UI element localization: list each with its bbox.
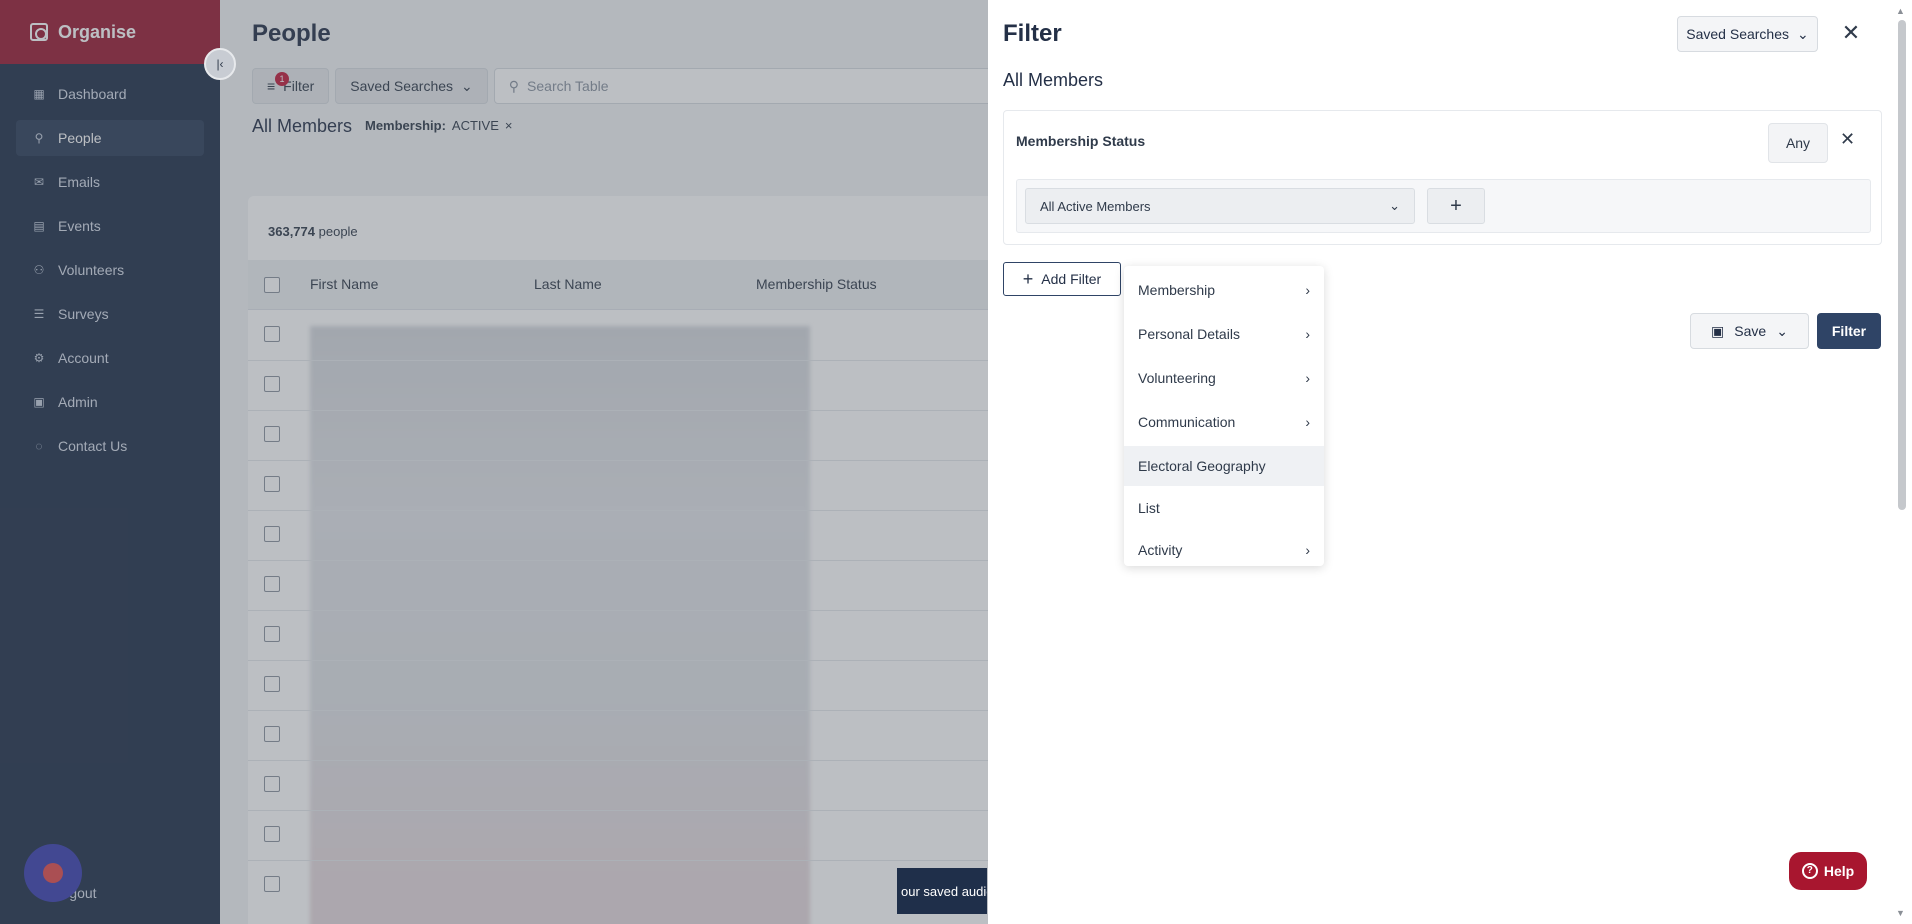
- chevron-right-icon: ›: [1305, 542, 1310, 558]
- filter-group-label: Membership Status: [1016, 133, 1146, 149]
- add-filter-dropdown: Membership › Personal Details › Voluntee…: [1124, 266, 1324, 566]
- toast-notification: our saved audie: [897, 868, 987, 914]
- filter-panel-subtitle: All Members: [1003, 70, 1104, 90]
- chevron-down-icon: ⌄: [1797, 25, 1809, 42]
- filter-panel-title: Filter: [1003, 20, 1062, 47]
- dropdown-item-label: Activity: [1138, 542, 1183, 558]
- any-toggle-button[interactable]: Any: [1768, 123, 1828, 163]
- membership-status-select[interactable]: All Active Members ⌄: [1025, 188, 1415, 224]
- scroll-down-arrow-icon[interactable]: ▼: [1896, 908, 1905, 918]
- dropdown-item-volunteering[interactable]: Volunteering ›: [1124, 358, 1324, 398]
- help-icon: ?: [1801, 863, 1818, 879]
- dropdown-item-label: Personal Details: [1138, 326, 1240, 342]
- chevron-right-icon: ›: [1305, 414, 1310, 430]
- scroll-up-arrow-icon[interactable]: ▲: [1896, 6, 1905, 16]
- toast-text: our saved audie: [901, 883, 987, 899]
- filter-panel: Filter Saved Searches ⌄ ✕ All Members Me…: [988, 0, 1912, 924]
- save-label: Save: [1734, 323, 1767, 339]
- dropdown-item-communication[interactable]: Communication ›: [1124, 402, 1324, 442]
- dropdown-item-label: Volunteering: [1138, 370, 1216, 386]
- modal-backdrop[interactable]: [0, 0, 988, 924]
- collapse-sidebar-button[interactable]: |‹: [204, 48, 236, 80]
- dropdown-item-personal-details[interactable]: Personal Details ›: [1124, 314, 1324, 354]
- plus-icon: +: [1450, 194, 1462, 217]
- saved-searches-label: Saved Searches: [1686, 26, 1789, 42]
- help-label: Help: [1823, 863, 1855, 879]
- dropdown-item-electoral-geography[interactable]: Electoral Geography: [1124, 446, 1324, 486]
- dropdown-item-label: Communication: [1138, 414, 1236, 430]
- select-value: All Active Members: [1040, 198, 1151, 214]
- add-filter-button[interactable]: + Add Filter: [1003, 262, 1121, 296]
- chevron-right-icon: ›: [1305, 282, 1310, 298]
- dropdown-item-list[interactable]: List: [1124, 490, 1324, 526]
- dropdown-item-membership[interactable]: Membership ›: [1124, 270, 1324, 310]
- chevron-down-icon: ⌄: [1776, 322, 1788, 339]
- dropdown-item-label: Electoral Geography: [1138, 458, 1266, 474]
- filter-condition-row: All Active Members ⌄ +: [1016, 179, 1871, 233]
- panel-scrollbar[interactable]: [1898, 20, 1906, 510]
- chevron-right-icon: ›: [1305, 326, 1310, 342]
- apply-filter-label: Filter: [1831, 323, 1867, 339]
- save-button[interactable]: ▣ Save ⌄: [1690, 313, 1809, 349]
- chevron-down-icon: ⌄: [1389, 198, 1400, 213]
- dropdown-item-label: List: [1138, 500, 1160, 516]
- dropdown-item-label: Membership: [1138, 282, 1216, 298]
- add-condition-button[interactable]: +: [1427, 188, 1485, 224]
- help-button[interactable]: ? Help: [1789, 852, 1867, 890]
- collapse-icon: |‹: [216, 57, 224, 71]
- remove-filter-icon[interactable]: ✕: [1840, 129, 1855, 150]
- plus-icon: +: [1022, 268, 1034, 289]
- any-label: Any: [1785, 135, 1811, 151]
- apply-filter-button[interactable]: Filter: [1817, 313, 1881, 349]
- close-icon[interactable]: ✕: [1837, 20, 1865, 46]
- filter-group-membership-status: Membership Status Any ✕ All Active Membe…: [1003, 110, 1882, 245]
- dropdown-item-activity[interactable]: Activity ›: [1124, 530, 1324, 570]
- chevron-right-icon: ›: [1305, 370, 1310, 386]
- add-filter-label: Add Filter: [1041, 271, 1102, 287]
- saved-searches-button[interactable]: Saved Searches ⌄: [1677, 16, 1818, 52]
- save-icon: ▣: [1711, 322, 1725, 339]
